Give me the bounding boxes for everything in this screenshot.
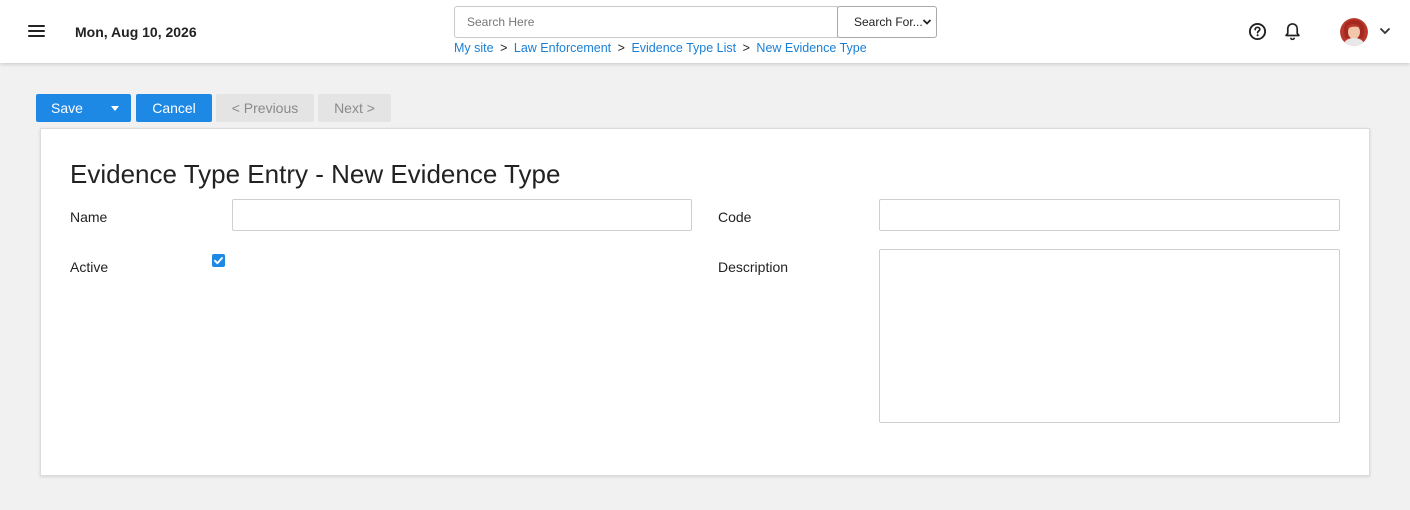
- name-field[interactable]: [232, 199, 692, 231]
- active-checkbox[interactable]: [212, 254, 225, 267]
- save-button[interactable]: Save: [36, 94, 98, 122]
- name-label: Name: [70, 209, 108, 225]
- avatar[interactable]: [1340, 18, 1368, 46]
- user-menu-chevron-icon[interactable]: [1379, 27, 1391, 35]
- help-icon[interactable]: [1248, 22, 1267, 41]
- breadcrumb-separator: >: [500, 41, 508, 55]
- current-date: Mon, Aug 10, 2026: [75, 24, 197, 40]
- top-bar: Mon, Aug 10, 2026 Search For... My site …: [0, 0, 1410, 63]
- breadcrumb-separator: >: [617, 41, 625, 55]
- code-field[interactable]: [879, 199, 1340, 231]
- breadcrumb-separator: >: [742, 41, 750, 55]
- search-for-select[interactable]: Search For...: [837, 6, 937, 38]
- search-for-select-value: Search For...: [854, 15, 923, 29]
- description-label: Description: [718, 259, 789, 275]
- evidence-type-form-card: Evidence Type Entry - New Evidence Type …: [40, 128, 1370, 476]
- code-label: Code: [718, 209, 752, 225]
- checkmark-icon: [214, 257, 223, 265]
- breadcrumb: My site > Law Enforcement > Evidence Typ…: [454, 41, 867, 55]
- page-title: Evidence Type Entry - New Evidence Type: [70, 159, 561, 189]
- cancel-button[interactable]: Cancel: [136, 94, 212, 122]
- previous-button[interactable]: < Previous: [216, 94, 314, 122]
- breadcrumb-law-enforcement[interactable]: Law Enforcement: [514, 41, 611, 55]
- menu-icon[interactable]: [28, 24, 45, 38]
- chevron-down-icon: [922, 19, 932, 25]
- active-label: Active: [70, 259, 109, 275]
- breadcrumb-evidence-type-list[interactable]: Evidence Type List: [631, 41, 736, 55]
- save-options-dropdown-button[interactable]: [98, 94, 131, 122]
- avatar-image: [1340, 18, 1368, 46]
- description-field[interactable]: [879, 249, 1340, 423]
- next-button[interactable]: Next >: [318, 94, 391, 122]
- bell-icon[interactable]: [1284, 22, 1301, 41]
- breadcrumb-my-site[interactable]: My site: [454, 41, 494, 55]
- caret-down-icon: [110, 105, 119, 111]
- breadcrumb-new-evidence-type[interactable]: New Evidence Type: [756, 41, 866, 55]
- search-input[interactable]: [454, 6, 838, 38]
